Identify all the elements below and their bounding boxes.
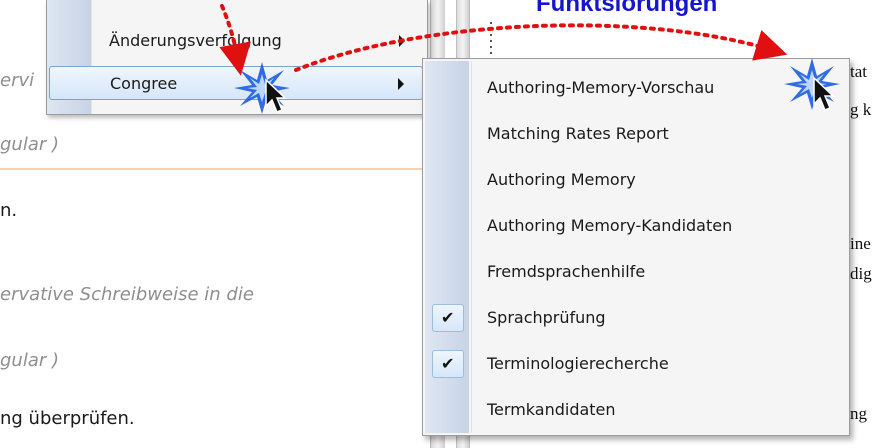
submenu-item-termkandidaten[interactable]: Termkandidaten	[427, 393, 845, 427]
submenu-item-label: Sprachprüfung	[487, 308, 606, 327]
right-doc-fragment: g k	[850, 100, 872, 119]
menu-item-congree[interactable]: Congree	[49, 66, 423, 100]
submenu-item-matching-rates-report[interactable]: Matching Rates Report	[427, 117, 845, 151]
menu-item-label: Congree	[110, 74, 178, 93]
doc-line: ervative Schreibweise in die	[0, 284, 254, 305]
submenu-item-label: Authoring Memory	[487, 170, 636, 189]
congree-submenu: Authoring-Memory-Vorschau Matching Rates…	[422, 58, 850, 436]
menu-item-label: Änderungsverfolgung	[109, 31, 282, 50]
submenu-item-label: Authoring-Memory-Vorschau	[487, 78, 715, 97]
right-doc-fragment: dig	[850, 264, 872, 283]
submenu-item-fremdsprachenhilfe[interactable]: Fremdsprachenhilfe	[427, 255, 845, 289]
section-divider	[0, 168, 460, 170]
right-doc-fragment: ng	[850, 404, 867, 423]
right-doc-title: Funktsiorungen	[536, 0, 718, 17]
doc-line: gular )	[0, 350, 60, 371]
submenu-item-label: Authoring Memory-Kandidaten	[487, 216, 733, 235]
submenu-arrow-icon	[399, 35, 405, 47]
submenu-item-label: Termkandidaten	[487, 400, 616, 419]
submenu-item-authoring-memory[interactable]: Authoring Memory	[427, 163, 845, 197]
doc-line: gular )	[0, 134, 60, 155]
submenu-item-label: Terminologierecherche	[487, 354, 669, 373]
checkmark-icon: ✔	[432, 304, 464, 332]
submenu-item-terminologierecherche[interactable]: ✔ Terminologierecherche	[427, 347, 845, 381]
submenu-arrow-icon	[398, 78, 404, 90]
context-menu: Änderungsverfolgung Congree	[46, 0, 428, 115]
right-doc-fragment: tat	[850, 62, 867, 81]
submenu-item-sprachpruefung[interactable]: ✔ Sprachprüfung	[427, 301, 845, 335]
submenu-item-label: Fremdsprachenhilfe	[487, 262, 646, 281]
checkmark-icon: ✔	[432, 350, 464, 378]
submenu-item-label: Matching Rates Report	[487, 124, 669, 143]
menu-item-aenderungsverfolgung[interactable]: Änderungsverfolgung	[49, 24, 423, 58]
doc-line: ervi	[0, 70, 35, 91]
doc-line: n.	[0, 200, 18, 221]
right-doc-fragment: ine	[850, 234, 871, 253]
dotted-guide	[490, 22, 492, 62]
submenu-item-authoring-memory-vorschau[interactable]: Authoring-Memory-Vorschau	[427, 71, 845, 105]
doc-line: ng überprüfen.	[0, 408, 135, 429]
submenu-item-authoring-memory-kandidaten[interactable]: Authoring Memory-Kandidaten	[427, 209, 845, 243]
